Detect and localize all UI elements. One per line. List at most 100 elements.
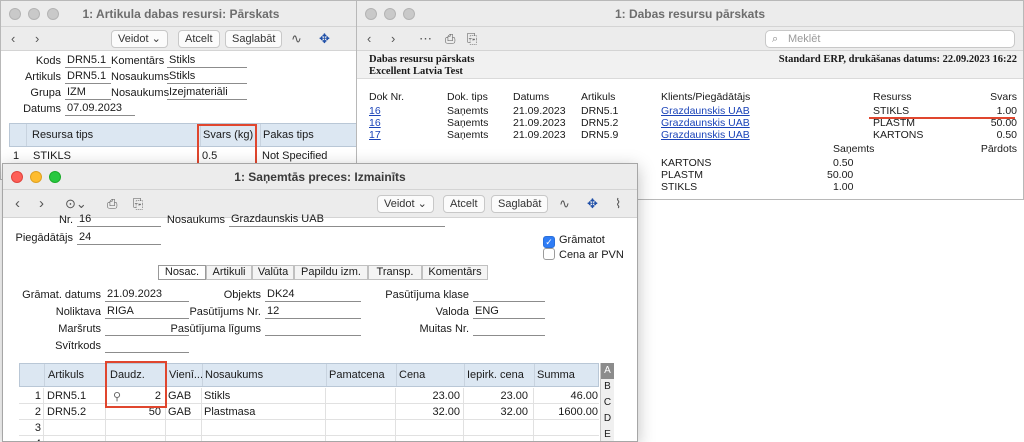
col-cena[interactable]: Cena — [399, 369, 425, 381]
tab-papildu-izm[interactable]: Papildu izm. — [294, 265, 368, 280]
back-icon[interactable]: ‹ — [367, 30, 371, 48]
cell-summa[interactable]: 46.00 — [536, 390, 598, 402]
cell-cena[interactable]: 32.00 — [398, 406, 460, 418]
valoda-field[interactable]: ENG — [473, 305, 545, 319]
nr-field[interactable]: 16 — [77, 213, 161, 227]
cell-iepirk[interactable]: 32.00 — [466, 406, 528, 418]
atcelt-button[interactable]: Atcelt — [178, 30, 220, 48]
nosaukums-field[interactable]: Grazdaunskis UAB — [229, 213, 445, 227]
kods-label: Kods — [35, 55, 61, 67]
datums-label: Datums — [23, 103, 61, 115]
nosaukums-label: Nosaukums — [111, 71, 170, 83]
cena-ar-pvn-checkbox[interactable]: Cena ar PVN — [543, 248, 624, 261]
kods-field[interactable]: DRN5.1 — [65, 54, 111, 68]
checkmark-icon: ✓ — [543, 236, 555, 248]
gramat-datums-field[interactable]: 21.09.2023 — [105, 288, 189, 302]
rep-dok-link[interactable]: 16 — [369, 117, 381, 129]
print-icon[interactable]: ⎙ — [107, 195, 117, 213]
expand-icon[interactable]: ✥ — [587, 195, 598, 213]
activity-icon[interactable]: ∿ — [559, 195, 570, 213]
back-icon[interactable]: ‹ — [11, 30, 15, 48]
expand-icon[interactable]: ✥ — [319, 30, 330, 48]
letter-E[interactable]: E — [601, 427, 614, 441]
rep-tips: Saņemts — [447, 105, 489, 117]
table-row[interactable]: 3 — [19, 420, 599, 436]
saglabat-button[interactable]: Saglabāt — [491, 195, 549, 213]
col-iepirk-cena[interactable]: Iepirk. cena — [467, 369, 524, 381]
cell-pakas-tips[interactable]: Not Specified — [262, 150, 327, 162]
atcelt-button[interactable]: Atcelt — [443, 195, 485, 213]
marsruts-label: Maršruts — [58, 323, 101, 335]
rep-artikuls: DRN5.1 — [581, 105, 619, 117]
col-pakas-tips[interactable]: Pakas tips — [263, 129, 314, 141]
rep-col-artikuls: Artikuls — [581, 91, 616, 103]
cell-resursa-tips[interactable]: STIKLS — [33, 150, 71, 162]
cell-cena[interactable]: 23.00 — [398, 390, 460, 402]
rep-dok-link[interactable]: 16 — [369, 105, 381, 117]
letter-A[interactable]: A — [601, 363, 614, 379]
grupa-field[interactable]: IZM — [65, 86, 111, 100]
artikuls-field[interactable]: DRN5.1 — [65, 70, 111, 84]
print-icon[interactable]: ⎙ — [445, 30, 455, 48]
col-summa[interactable]: Summa — [537, 369, 575, 381]
cell-vien[interactable]: GAB — [168, 406, 191, 418]
rep-dok-link[interactable]: 17 — [369, 129, 381, 141]
attachment-icon[interactable]: ⌇ — [615, 195, 621, 213]
svitrkods-field[interactable] — [105, 339, 189, 353]
print-preview-icon[interactable]: ⎘ — [467, 30, 477, 48]
tab-transp[interactable]: Transp. — [368, 265, 422, 280]
saglabat-button[interactable]: Saglabāt — [225, 30, 283, 48]
pasutijums-nr-field[interactable]: 12 — [265, 305, 361, 319]
rep-klients-link[interactable]: Grazdaunskis UAB — [661, 129, 750, 141]
letter-B[interactable]: B — [601, 379, 614, 395]
datums-field[interactable]: 07.09.2023 — [65, 102, 135, 116]
muitas-nr-field[interactable] — [473, 322, 545, 336]
col-nosaukums[interactable]: Nosaukums — [205, 369, 263, 381]
letter-C[interactable]: C — [601, 395, 614, 411]
back-icon[interactable]: ‹ — [15, 195, 20, 213]
tab-komentars[interactable]: Komentārs — [422, 265, 488, 280]
forward-icon[interactable]: › — [391, 30, 395, 48]
cell-nos[interactable]: Stikls — [204, 390, 230, 402]
cell-art[interactable]: DRN5.1 — [47, 390, 86, 402]
tab-valuta[interactable]: Valūta — [252, 265, 294, 280]
print-preview-icon[interactable]: ⎘ — [133, 195, 143, 213]
rep-klients-link[interactable]: Grazdaunskis UAB — [661, 105, 750, 117]
komentars-field[interactable]: Stikls — [167, 54, 247, 68]
col-resursa-tips[interactable]: Resursa tips — [32, 129, 93, 141]
col-pamatcena[interactable]: Pamatcena — [329, 369, 385, 381]
artikuls-label: Artikuls — [24, 71, 61, 83]
table-row[interactable]: 4 — [19, 436, 599, 441]
table-row[interactable]: 1 STIKLS 0.5 Not Specified — [9, 148, 359, 164]
col-artikuls[interactable]: Artikuls — [48, 369, 84, 381]
nosaukums-field[interactable]: Stikls — [167, 70, 247, 84]
forward-icon[interactable]: › — [39, 195, 44, 213]
veidot-button[interactable]: Veidot ⌄ — [111, 30, 168, 48]
summary-name: PLASTM — [661, 169, 704, 181]
more-icon[interactable]: ⋯ — [419, 30, 432, 48]
search-input[interactable]: ⌕ Meklēt — [765, 30, 1015, 48]
cell-iepirk[interactable]: 23.00 — [466, 390, 528, 402]
cell-art[interactable]: DRN5.2 — [47, 406, 86, 418]
tab-nosac[interactable]: Nosac. — [158, 265, 206, 280]
pasutijuma-klase-field[interactable] — [473, 288, 545, 302]
more-icon[interactable]: ⊙⌄ — [65, 195, 87, 213]
rep-tips: Saņemts — [447, 117, 489, 129]
rep-datums: 21.09.2023 — [513, 129, 566, 141]
letter-D[interactable]: D — [601, 411, 614, 427]
piegadatajs-field[interactable]: 24 — [77, 231, 161, 245]
cell-summa[interactable]: 1600.00 — [536, 406, 598, 418]
cell-nos[interactable]: Plastmasa — [204, 406, 255, 418]
forward-icon[interactable]: › — [35, 30, 39, 48]
objekts-field[interactable]: DK24 — [265, 288, 361, 302]
summary-value: 1.00 — [833, 181, 854, 193]
veidot-button[interactable]: Veidot ⌄ — [377, 195, 434, 213]
rep-klients-link[interactable]: Grazdaunskis UAB — [661, 117, 750, 129]
gramatot-checkbox[interactable]: ✓ Grāmatot — [543, 234, 605, 248]
nosaukums2-field[interactable]: Izejmateriāli — [167, 86, 247, 100]
tab-artikuli[interactable]: Artikuli — [206, 265, 252, 280]
cell-vien[interactable]: GAB — [168, 390, 191, 402]
col-vieniba[interactable]: Vienī... — [169, 369, 203, 381]
pasutijuma-ligums-field[interactable] — [265, 322, 361, 336]
activity-icon[interactable]: ∿ — [291, 30, 302, 48]
